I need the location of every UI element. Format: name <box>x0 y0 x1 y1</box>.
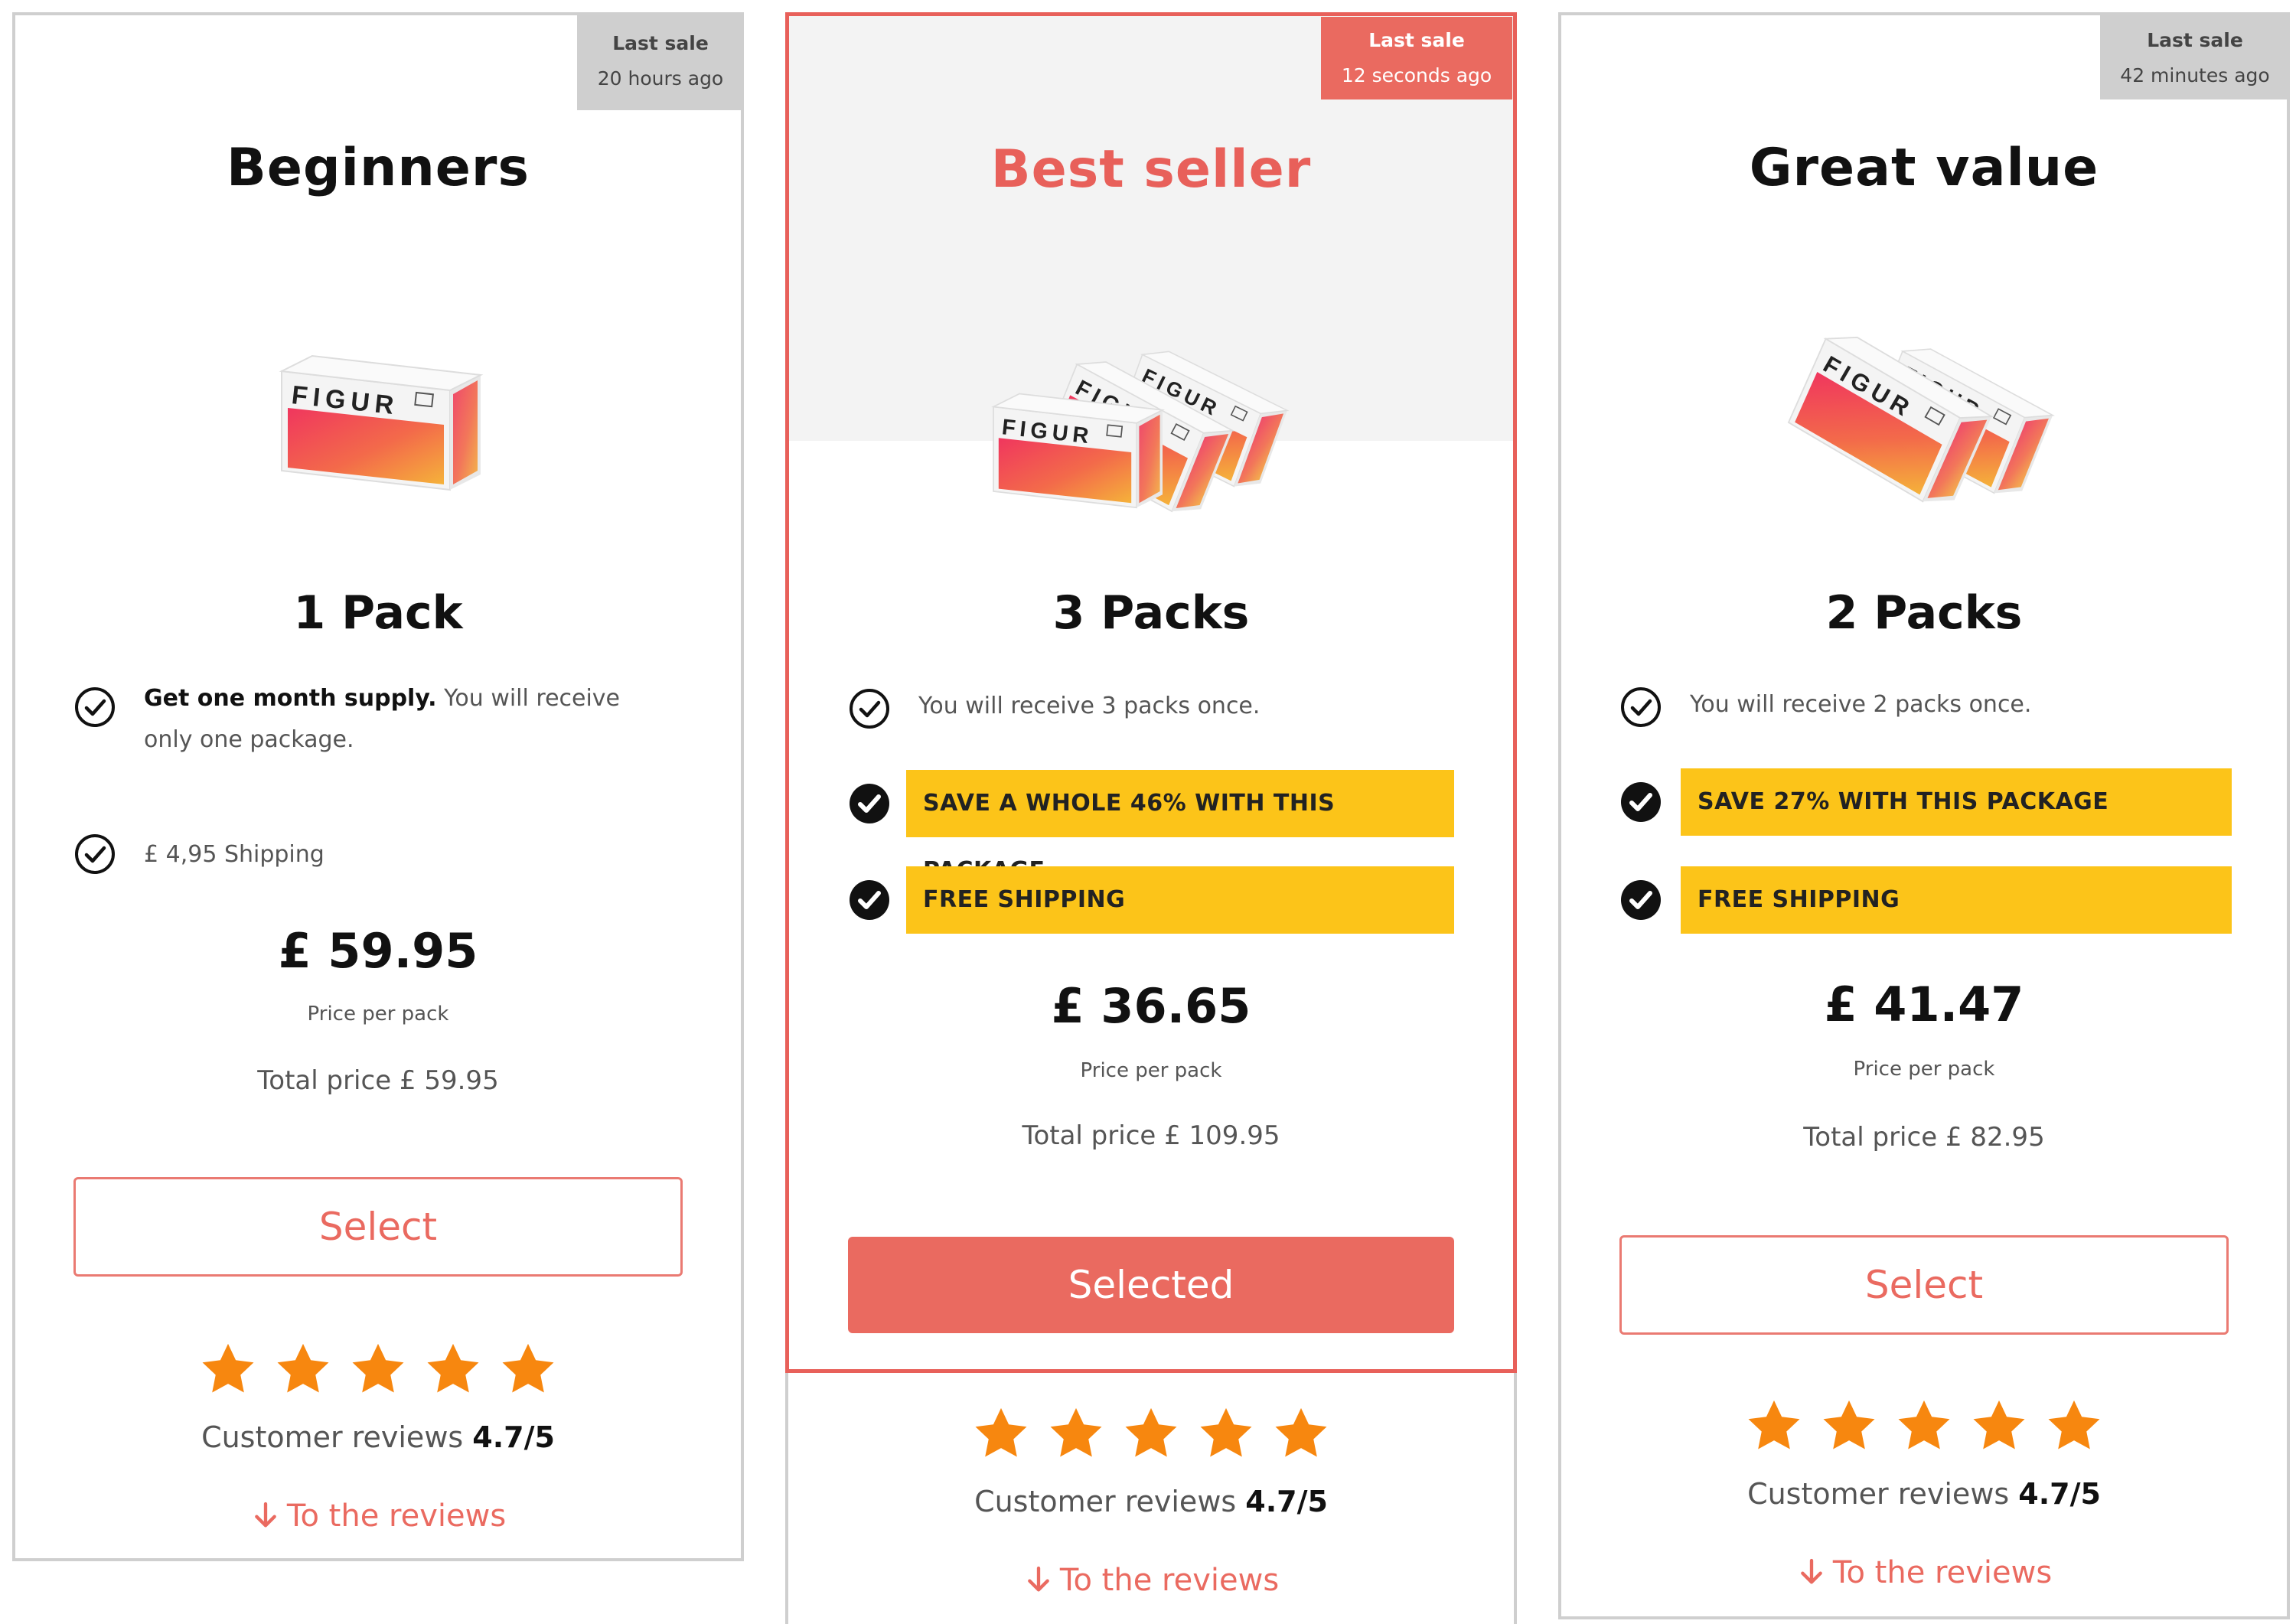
product-image <box>1780 324 2060 514</box>
to-reviews-label: To the reviews <box>1832 1555 2053 1590</box>
price: £ 41.47 <box>1824 977 2024 1032</box>
to-reviews-label: To the reviews <box>1059 1563 1280 1598</box>
last-sale-time: 42 minutes ago <box>2120 64 2270 86</box>
rating-value: 4.7/5 <box>472 1420 555 1454</box>
star-icon <box>1969 1396 2029 1456</box>
customer-reviews: Customer reviews 4.7/5 <box>1561 1477 2287 1511</box>
star-icon <box>1894 1396 1954 1456</box>
last-sale-label: Last sale <box>1368 29 1465 51</box>
rating-stars <box>15 1339 741 1402</box>
check-circle-outline-icon <box>73 833 116 876</box>
rating-value: 4.7/5 <box>2018 1477 2101 1511</box>
customer-reviews: Customer reviews 4.7/5 <box>15 1420 741 1454</box>
star-icon <box>971 1404 1031 1463</box>
last-sale-badge: Last sale 20 hours ago <box>577 15 744 110</box>
star-icon <box>273 1339 333 1399</box>
offer-title: Beginners <box>227 138 530 198</box>
last-sale-badge: Last sale 42 minutes ago <box>2100 15 2290 99</box>
offer-title: Great value <box>1749 138 2099 198</box>
selected-button[interactable]: Selected <box>848 1237 1454 1333</box>
reviews-label: Customer reviews <box>201 1420 464 1454</box>
star-icon <box>1744 1396 1804 1456</box>
star-icon <box>1196 1404 1256 1463</box>
offer-card-content: Last sale 12 seconds ago Best seller 3 P… <box>785 12 1517 1624</box>
check-circle-outline-icon <box>1619 686 1662 729</box>
feature-text: Get one month supply. You will receive o… <box>144 678 664 761</box>
to-reviews-link[interactable]: To the reviews <box>1561 1555 2287 1590</box>
product-image <box>993 342 1293 522</box>
offer-card-great-value[interactable]: Last sale 42 minutes ago Great value 2 P… <box>1558 12 2290 1619</box>
reviews-label: Customer reviews <box>1747 1477 2010 1511</box>
star-icon <box>1121 1404 1181 1463</box>
feature-bold: Get one month supply. <box>144 685 437 712</box>
arrow-down-icon <box>250 1500 281 1531</box>
arrow-down-icon <box>1023 1564 1054 1595</box>
price-label: Price per pack <box>1853 1058 1995 1081</box>
check-circle-filled-icon <box>1619 879 1662 921</box>
select-button[interactable]: Select <box>73 1177 683 1277</box>
pack-count: 1 Pack <box>293 586 463 640</box>
check-circle-outline-icon <box>73 686 116 729</box>
check-circle-filled-icon <box>1619 781 1662 823</box>
pack-count: 2 Packs <box>1825 586 2023 640</box>
to-reviews-label: To the reviews <box>286 1498 507 1534</box>
last-sale-badge: Last sale 12 seconds ago <box>1321 17 1512 99</box>
last-sale-time: 12 seconds ago <box>1341 64 1492 86</box>
last-sale-time: 20 hours ago <box>597 67 724 90</box>
rating-value: 4.7/5 <box>1245 1485 1328 1518</box>
rating-stars <box>785 1404 1517 1466</box>
pack-count: 3 Packs <box>1052 586 1250 640</box>
offer-title: Best seller <box>990 139 1312 200</box>
offer-card-beginners[interactable]: Last sale 20 hours ago Beginners 1 Pack … <box>12 12 744 1561</box>
reviews-label: Customer reviews <box>974 1485 1237 1518</box>
price-label: Price per pack <box>307 1003 449 1026</box>
select-button[interactable]: Select <box>1619 1235 2229 1335</box>
savings-highlight: SAVE A WHOLE 46% WITH THIS PACKAGE <box>906 770 1454 884</box>
total-price: Total price £ 82.95 <box>1803 1122 2045 1153</box>
free-shipping-highlight: FREE SHIPPING <box>906 866 1454 934</box>
star-icon <box>2044 1396 2104 1456</box>
savings-highlight: SAVE 27% WITH THIS PACKAGE <box>1681 768 2232 836</box>
feature-text: You will receive 3 packs once. <box>918 693 1261 719</box>
price: £ 59.95 <box>278 923 478 979</box>
feature-text: You will receive 2 packs once. <box>1690 691 2032 718</box>
product-image <box>266 329 496 520</box>
star-icon <box>198 1339 258 1399</box>
shipping-text: £ 4,95 Shipping <box>144 841 325 868</box>
star-icon <box>1819 1396 1879 1456</box>
star-icon <box>498 1339 558 1399</box>
check-circle-outline-icon <box>848 687 891 730</box>
price-label: Price per pack <box>1080 1059 1222 1082</box>
check-circle-filled-icon <box>848 879 891 921</box>
customer-reviews: Customer reviews 4.7/5 <box>785 1485 1517 1518</box>
last-sale-label: Last sale <box>612 32 709 54</box>
total-price: Total price £ 59.95 <box>257 1065 499 1096</box>
last-sale-label: Last sale <box>2147 29 2243 51</box>
star-icon <box>1046 1404 1106 1463</box>
check-circle-filled-icon <box>848 782 891 825</box>
total-price: Total price £ 109.95 <box>1022 1120 1280 1151</box>
star-icon <box>423 1339 483 1399</box>
arrow-down-icon <box>1796 1557 1827 1587</box>
rating-stars <box>1561 1396 2287 1459</box>
star-icon <box>1271 1404 1331 1463</box>
free-shipping-highlight: FREE SHIPPING <box>1681 866 2232 934</box>
star-icon <box>348 1339 408 1399</box>
price: £ 36.65 <box>1051 978 1251 1034</box>
to-reviews-link[interactable]: To the reviews <box>15 1498 741 1534</box>
to-reviews-link[interactable]: To the reviews <box>785 1563 1517 1598</box>
